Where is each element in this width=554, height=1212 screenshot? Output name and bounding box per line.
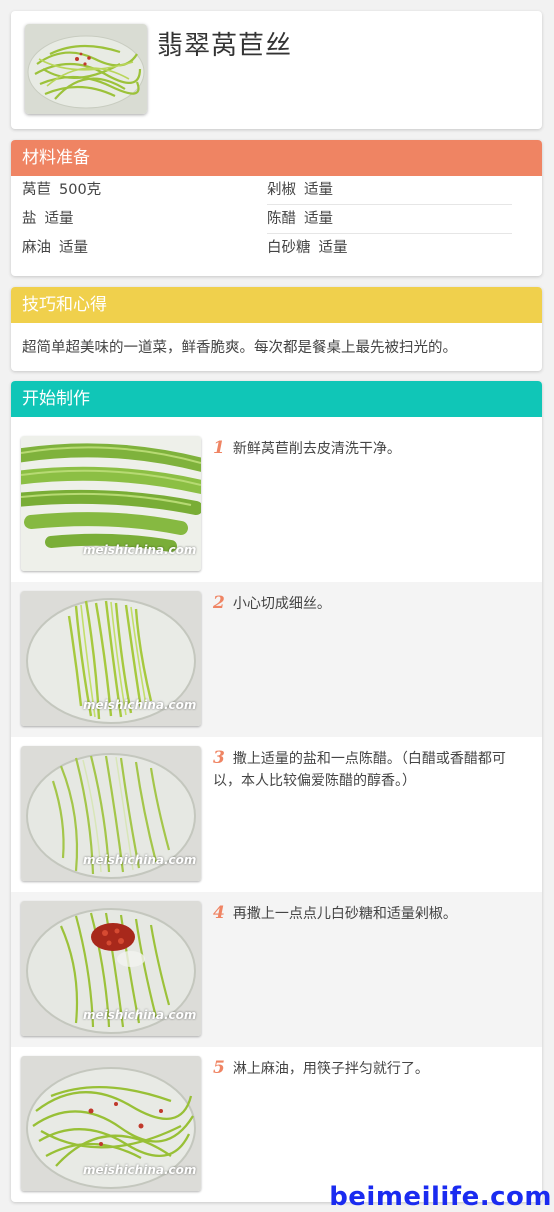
step-description: 小心切成细丝。 xyxy=(232,596,331,612)
ingredient-name: 陈醋 xyxy=(267,211,296,227)
ingredient-amount: 500克 xyxy=(59,182,102,198)
step-item: meishichina.com 2 小心切成细丝。 xyxy=(11,582,542,737)
ingredient-row: 盐适量 陈醋 适量 xyxy=(22,205,531,234)
ingredient-name: 麻油 xyxy=(22,240,51,256)
ingredient-amount: 适量 xyxy=(304,182,333,198)
step-text-block: 3 撒上适量的盐和一点陈醋。（白醋或香醋都可以，本人比较偏爱陈醋的醇香。） xyxy=(213,747,528,792)
ingredient-row: 莴苣 500克 剁椒 适量 xyxy=(22,176,531,205)
ingredient-item: 剁椒 适量 xyxy=(267,176,512,205)
step-item: meishichina.com 4 再撒上一点点儿白砂糖和适量剁椒。 xyxy=(11,892,542,1047)
image-watermark: meishichina.com xyxy=(83,698,197,712)
ingredients-heading: 材料准备 xyxy=(11,140,542,176)
step-number: 4 xyxy=(213,903,225,923)
ingredient-name: 剁椒 xyxy=(267,182,296,198)
step-number: 1 xyxy=(213,438,225,458)
tips-card: 技巧和心得 超简单超美味的一道菜，鲜香脆爽。每次都是餐桌上最先被扫光的。 xyxy=(11,287,542,371)
ingredient-amount: 适量 xyxy=(304,211,333,227)
image-watermark: meishichina.com xyxy=(83,1163,197,1177)
step-description: 撒上适量的盐和一点陈醋。（白醋或香醋都可以，本人比较偏爱陈醋的醇香。） xyxy=(213,751,506,789)
step-image[interactable]: meishichina.com xyxy=(21,591,201,726)
step-description: 新鲜莴苣削去皮清洗干净。 xyxy=(232,441,401,457)
step-image[interactable]: meishichina.com xyxy=(21,901,201,1036)
site-watermark: beimeilife.com xyxy=(329,1182,552,1212)
step-item: meishichina.com 5 淋上麻油，用筷子拌匀就行了。 xyxy=(11,1047,542,1202)
ingredient-amount: 适量 xyxy=(318,240,348,256)
recipe-title: 翡翠莴苣丝 xyxy=(157,31,293,61)
step-image[interactable]: meishichina.com xyxy=(21,1056,201,1191)
image-watermark: meishichina.com xyxy=(83,1008,197,1022)
ingredient-name: 盐 xyxy=(22,211,37,227)
step-text-block: 5 淋上麻油，用筷子拌匀就行了。 xyxy=(213,1057,528,1080)
step-text-block: 1 新鲜莴苣削去皮清洗干净。 xyxy=(213,437,528,460)
step-image[interactable]: meishichina.com xyxy=(21,746,201,881)
ingredient-amount: 适量 xyxy=(59,240,88,256)
ingredient-amount: 适量 xyxy=(44,211,74,227)
step-number: 3 xyxy=(213,748,225,768)
ingredient-name: 莴苣 xyxy=(22,182,51,198)
tips-text: 超简单超美味的一道菜，鲜香脆爽。每次都是餐桌上最先被扫光的。 xyxy=(22,340,457,356)
step-description: 淋上麻油，用筷子拌匀就行了。 xyxy=(232,1061,429,1077)
ingredient-item: 白砂糖 适量 xyxy=(267,234,512,263)
image-watermark: meishichina.com xyxy=(83,543,197,557)
recipe-cover-image[interactable] xyxy=(25,24,147,114)
image-watermark: meishichina.com xyxy=(83,853,197,867)
steps-heading: 开始制作 xyxy=(11,381,542,417)
recipe-header-card: 翡翠莴苣丝 xyxy=(11,11,542,129)
step-description: 再撒上一点点儿白砂糖和适量剁椒。 xyxy=(232,906,457,922)
ingredient-item: 陈醋 适量 xyxy=(267,205,512,234)
ingredients-card: 材料准备 莴苣 500克 剁椒 适量 盐适量 陈醋 适量 麻油 适量 白砂糖 适量 xyxy=(11,140,542,276)
step-item: meishichina.com 1 新鲜莴苣削去皮清洗干净。 xyxy=(11,427,542,582)
ingredient-name: 白砂糖 xyxy=(267,240,311,256)
ingredient-item: 盐适量 xyxy=(22,205,267,234)
step-number: 5 xyxy=(213,1058,225,1078)
ingredient-item: 麻油 适量 xyxy=(22,234,267,263)
step-text-block: 4 再撒上一点点儿白砂糖和适量剁椒。 xyxy=(213,902,528,925)
step-image[interactable]: meishichina.com xyxy=(21,436,201,571)
step-text-block: 2 小心切成细丝。 xyxy=(213,592,528,615)
step-number: 2 xyxy=(213,593,225,613)
tips-heading: 技巧和心得 xyxy=(11,287,542,323)
ingredient-row: 麻油 适量 白砂糖 适量 xyxy=(22,234,531,263)
ingredient-item: 莴苣 500克 xyxy=(22,176,267,205)
ingredients-list: 莴苣 500克 剁椒 适量 盐适量 陈醋 适量 麻油 适量 白砂糖 适量 xyxy=(11,176,542,263)
steps-card: 开始制作 meishichina.com 1 新鲜莴苣削去皮清洗干净。 meis… xyxy=(11,381,542,1202)
step-item: meishichina.com 3 撒上适量的盐和一点陈醋。（白醋或香醋都可以，本… xyxy=(11,737,542,892)
